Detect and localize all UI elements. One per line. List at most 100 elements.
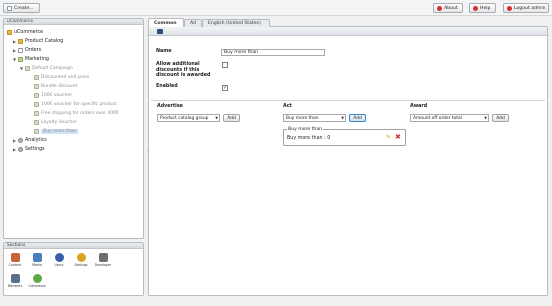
award-add-button[interactable]: Add (492, 114, 509, 122)
add-label: Add (353, 115, 362, 121)
tree-item-label: 100€ voucher (41, 93, 73, 98)
delete-icon[interactable]: ✖ (395, 134, 402, 141)
act-select-value: Buy more than (286, 115, 319, 121)
tree-item-default-campaign[interactable]: ▼ Default Campaign (20, 65, 73, 72)
tree-item-discount[interactable]: 100€ voucher (34, 92, 72, 99)
tab-ad[interactable]: Ad (184, 19, 202, 27)
section-media[interactable]: Media (28, 253, 46, 267)
settings-icon (76, 253, 86, 262)
section-settings[interactable]: Settings (72, 253, 90, 267)
enabled-label: Enabled (156, 84, 178, 89)
logout-button[interactable]: Logout admin (503, 3, 549, 13)
tree-item-discount[interactable]: Free shipping for orders over 400€ (34, 110, 119, 117)
add-label: Add (496, 115, 505, 121)
tab-common[interactable]: Common (148, 18, 184, 27)
section-developer[interactable]: Developer (94, 253, 112, 267)
save-icon[interactable] (157, 29, 163, 34)
advertise-select[interactable]: Product catalog group ▼ (157, 114, 220, 122)
expand-icon[interactable]: ▶ (13, 48, 16, 53)
expand-icon[interactable]: ▶ (13, 138, 16, 143)
act-rule-text: Buy more than : 0 (287, 136, 331, 141)
discount-icon (34, 102, 39, 107)
tree-item-label: Free shipping for orders over 400€ (41, 111, 119, 116)
section-commerce[interactable]: Commerce (28, 274, 46, 288)
tree-item-analytics[interactable]: ▶ Analytics (13, 137, 47, 144)
content-icon (10, 253, 20, 262)
tree-item-label: Bundle discount (41, 84, 78, 89)
expand-icon[interactable]: ▶ (13, 147, 16, 152)
top-toolbar: Create... About Help Logout admin (0, 0, 552, 16)
help-label: Help (480, 5, 491, 11)
tree-panel: uCommerce uCommerce ▶ Product Catalog ▶ … (3, 18, 144, 239)
tree-item-marketing[interactable]: ▼ Marketing (13, 56, 49, 63)
chevron-down-icon: ▼ (484, 116, 487, 120)
act-rule-title: Buy more than (287, 127, 324, 132)
section-label: Content (8, 263, 22, 267)
marketing-icon (18, 57, 23, 62)
tree-item-label: Marketing (25, 57, 49, 62)
section-label: Commerce (28, 284, 46, 288)
tab-english[interactable]: English (United States) (202, 19, 270, 27)
tree-item-label: Orders (25, 48, 42, 53)
tree-item-product-catalog[interactable]: ▶ Product Catalog (13, 38, 63, 45)
advertise-add-button[interactable]: Add (223, 114, 240, 122)
act-rule-box: Buy more than Buy more than : 0 ✎ ✖ (283, 127, 406, 146)
section-users[interactable]: Users (50, 253, 68, 267)
media-icon (32, 253, 42, 262)
about-icon (437, 5, 442, 11)
tab-label: English (United States) (208, 21, 261, 26)
discount-icon (34, 84, 39, 89)
name-input[interactable]: Buy more than (221, 49, 325, 56)
tree-item-discount[interactable]: 100€ voucher for specific product (34, 101, 117, 108)
section-content[interactable]: Content (6, 253, 24, 267)
orders-icon (18, 48, 23, 53)
section-members[interactable]: Members (6, 274, 24, 288)
award-heading: Award (410, 104, 428, 109)
tree-item-orders[interactable]: ▶ Orders (13, 47, 41, 54)
splitter-handle[interactable]: ⋮ (145, 150, 149, 160)
expand-icon[interactable]: ▶ (13, 39, 16, 44)
act-select[interactable]: Buy more than ▼ (283, 114, 346, 122)
tree-item-label: Discounted unit price (41, 75, 90, 80)
folder-icon (18, 39, 23, 44)
add-label: Add (227, 115, 236, 121)
developer-icon (98, 253, 108, 262)
tree-item-label: Default Campaign (32, 66, 73, 71)
award-select[interactable]: Amount off order total ▼ (410, 114, 489, 122)
create-button[interactable]: Create... (3, 3, 40, 13)
tree-item-discount[interactable]: Bundle discount (34, 83, 77, 90)
allow-additional-label: Allow additional discounts if this disco… (156, 62, 211, 78)
collapse-icon[interactable]: ▼ (20, 66, 23, 71)
campaign-icon (25, 66, 30, 71)
section-label: Settings (74, 263, 88, 267)
tree-item-label: uCommerce (14, 30, 44, 35)
section-label: Members (7, 284, 23, 288)
collapse-icon[interactable]: ▼ (13, 57, 16, 62)
advertise-select-value: Product catalog group (160, 115, 209, 121)
tree-item-discount[interactable]: Discounted unit price (34, 74, 89, 81)
settings-icon (18, 147, 23, 152)
tree-item-discount[interactable]: Loyalty Voucher (34, 119, 77, 126)
tree-item-label: Analytics (25, 138, 47, 143)
tree-item-label: Buy more than (41, 129, 79, 134)
name-label: Name (156, 49, 172, 54)
about-button[interactable]: About (433, 3, 463, 13)
allow-additional-checkbox[interactable] (222, 62, 228, 68)
edit-pencil-icon[interactable]: ✎ (386, 135, 392, 141)
discount-icon (34, 75, 39, 80)
folder-icon (7, 30, 12, 35)
tab-label: Ad (190, 21, 196, 26)
help-icon (473, 5, 478, 11)
tree-item-ucommerce[interactable]: uCommerce (7, 29, 43, 36)
chevron-down-icon: ▼ (215, 116, 218, 120)
help-button[interactable]: Help (469, 3, 496, 13)
tree-item-buy-more-than[interactable]: Buy more than (34, 128, 79, 135)
tree-item-settings[interactable]: ▶ Settings (13, 146, 45, 153)
act-add-button[interactable]: Add (349, 114, 366, 122)
users-icon (54, 253, 64, 262)
discount-icon (34, 129, 39, 134)
create-label: Create... (14, 5, 34, 11)
tree-item-label: Loyalty Voucher (41, 120, 77, 125)
tree-item-label: 100€ voucher for specific product (41, 102, 117, 107)
enabled-checkbox[interactable]: ✓ (222, 85, 228, 91)
